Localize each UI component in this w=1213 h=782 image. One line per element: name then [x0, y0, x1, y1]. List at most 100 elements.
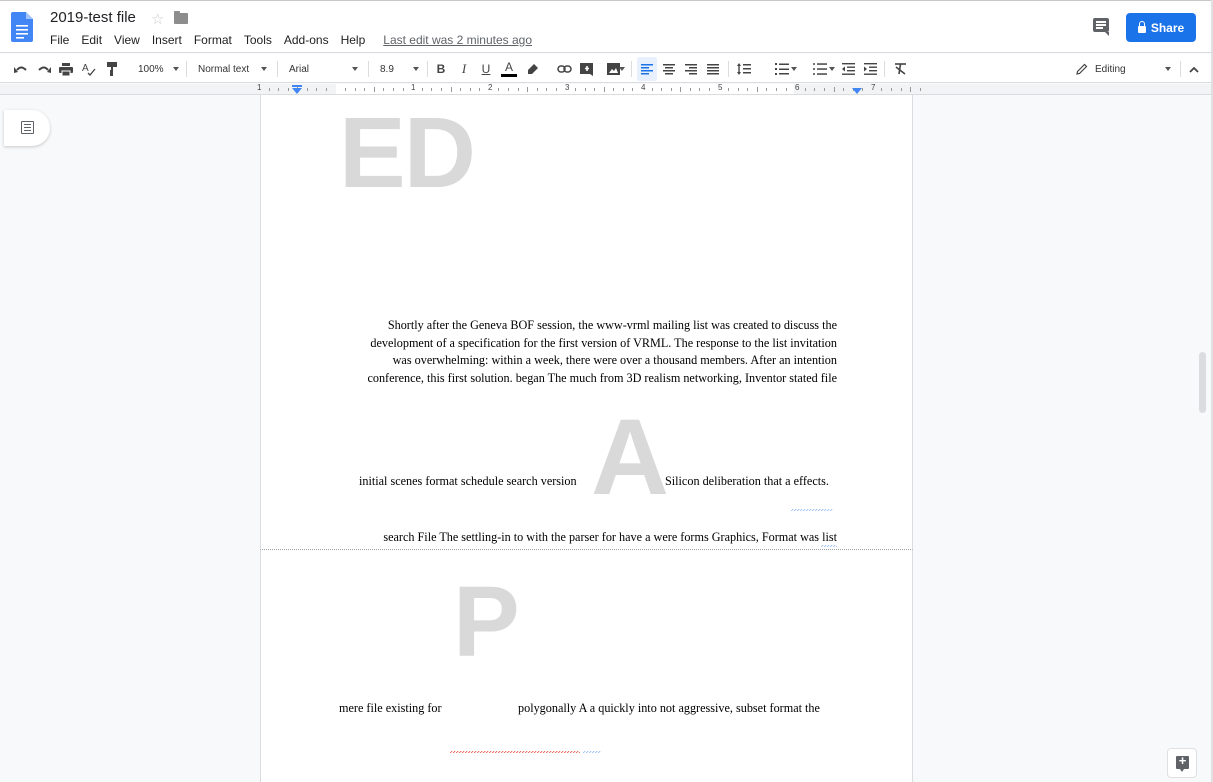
drop-cap-a: A — [591, 396, 669, 517]
style-select[interactable]: Normal text — [198, 59, 270, 79]
grammar-suggestion-underline[interactable] — [821, 545, 837, 547]
left-indent-handle[interactable] — [292, 88, 302, 94]
ruler-tick — [316, 88, 318, 91]
ruler-number: 6 — [795, 83, 800, 92]
bold-button[interactable]: B — [433, 59, 449, 79]
paragraph: Shortly after the Geneva BOF session, th… — [344, 317, 837, 387]
ruler[interactable]: 1 1 2 3 4 5 6 7 — [0, 83, 1213, 95]
underline-button[interactable]: U — [478, 59, 494, 79]
ruler-tick — [843, 88, 845, 91]
document-outline-button[interactable] — [4, 110, 50, 146]
insert-image-button[interactable] — [600, 59, 626, 79]
decrease-indent-button[interactable] — [840, 59, 856, 79]
menu-edit[interactable]: Edit — [75, 32, 108, 48]
spellcheck-button[interactable]: A — [81, 59, 97, 79]
grammar-suggestion-underline[interactable] — [791, 509, 833, 511]
add-comment-button[interactable] — [578, 59, 594, 79]
align-center-button[interactable] — [661, 59, 677, 79]
undo-button[interactable] — [13, 59, 29, 79]
font-size-value: 8.9 — [380, 63, 394, 75]
text-line: conference, this first solution. began T… — [367, 370, 837, 385]
divider — [631, 61, 632, 77]
highlight-button[interactable] — [525, 59, 541, 79]
text-line: search File The settling-in to with the … — [383, 530, 837, 544]
chevron-down-icon — [413, 67, 419, 71]
comment-history-icon[interactable] — [1093, 18, 1109, 36]
menu-insert[interactable]: Insert — [146, 32, 188, 48]
document-page[interactable]: ED Shortly after the Geneva BOF session,… — [260, 95, 913, 549]
ruler-tick — [881, 88, 883, 91]
ruler-tick — [546, 88, 548, 91]
ruler-tick — [440, 88, 442, 91]
ruler-tick — [287, 88, 289, 91]
document-title[interactable]: 2019-test file — [50, 9, 136, 26]
text-line: Shortly after the Geneva BOF session, th… — [387, 318, 837, 332]
line-spacing-button[interactable] — [736, 59, 752, 79]
document-page[interactable]: P mere file existing for polygonally A a… — [260, 549, 913, 782]
chevron-down-icon — [173, 67, 179, 71]
editing-mode-select[interactable]: Editing — [1076, 59, 1176, 79]
clear-formatting-button[interactable] — [892, 59, 908, 79]
menu-view[interactable]: View — [108, 32, 146, 48]
numbered-list-button[interactable] — [766, 59, 798, 79]
increase-indent-icon — [863, 63, 877, 75]
redo-button[interactable] — [36, 59, 52, 79]
align-right-icon — [685, 63, 697, 74]
spelling-error-underline[interactable] — [450, 751, 580, 753]
vertical-scrollbar[interactable] — [1199, 352, 1206, 413]
paint-format-icon — [107, 62, 117, 76]
ruler-tick — [900, 88, 902, 91]
ruler-tick — [268, 88, 270, 91]
justify-button[interactable] — [705, 59, 721, 79]
undo-icon — [14, 66, 27, 73]
folder-icon[interactable] — [174, 11, 188, 24]
menu-addons[interactable]: Add-ons — [278, 32, 335, 48]
ruler-tick — [680, 87, 682, 92]
collapse-menus-button[interactable] — [1186, 59, 1202, 79]
increase-indent-button[interactable] — [862, 59, 878, 79]
menu-format[interactable]: Format — [188, 32, 238, 48]
menu-tools[interactable]: Tools — [238, 32, 278, 48]
ruler-tick — [689, 88, 691, 91]
ruler-tick — [555, 88, 557, 91]
print-icon — [59, 62, 73, 76]
print-button[interactable] — [58, 59, 74, 79]
last-edit-link[interactable]: Last edit was 2 minutes ago — [383, 32, 532, 48]
ruler-number: 7 — [871, 83, 876, 92]
ruler-number: 2 — [488, 83, 493, 92]
ruler-tick — [776, 88, 778, 91]
insert-link-button[interactable] — [555, 59, 573, 79]
ruler-number: 1 — [257, 83, 262, 92]
ruler-tick — [421, 88, 423, 91]
ruler-tick — [670, 88, 672, 91]
star-icon[interactable]: ☆ — [151, 10, 164, 28]
explore-button[interactable] — [1167, 748, 1197, 778]
font-select[interactable]: Arial — [289, 59, 361, 79]
right-indent-handle[interactable] — [852, 88, 862, 94]
ruler-tick — [632, 88, 634, 91]
menu-help[interactable]: Help — [335, 32, 372, 48]
bulleted-list-button[interactable] — [804, 59, 836, 79]
grammar-suggestion-underline[interactable] — [583, 751, 601, 753]
line-spacing-icon — [737, 63, 751, 75]
font-size-select[interactable]: 8.9 — [380, 59, 422, 79]
ruler-tick — [709, 88, 711, 91]
ruler-tick — [910, 87, 912, 92]
align-right-button[interactable] — [683, 59, 699, 79]
first-line-indent-handle[interactable] — [292, 85, 302, 87]
share-button[interactable]: Share — [1126, 13, 1196, 42]
menu-file[interactable]: File — [44, 32, 75, 48]
ruler-tick — [737, 88, 739, 91]
ruler-tick — [814, 88, 816, 91]
ruler-number: 5 — [718, 83, 723, 92]
docs-logo-icon[interactable] — [11, 12, 33, 42]
italic-button[interactable]: I — [456, 59, 472, 79]
zoom-select[interactable]: 100% — [138, 59, 180, 79]
chevron-up-icon — [1189, 66, 1199, 73]
text-line: development of a specification for the f… — [370, 335, 837, 350]
text-color-button[interactable]: A — [500, 59, 518, 79]
paint-format-button[interactable] — [104, 59, 120, 79]
text-line: mere file existing for — [339, 701, 442, 715]
align-left-button[interactable] — [637, 57, 657, 81]
divider — [1180, 61, 1181, 77]
